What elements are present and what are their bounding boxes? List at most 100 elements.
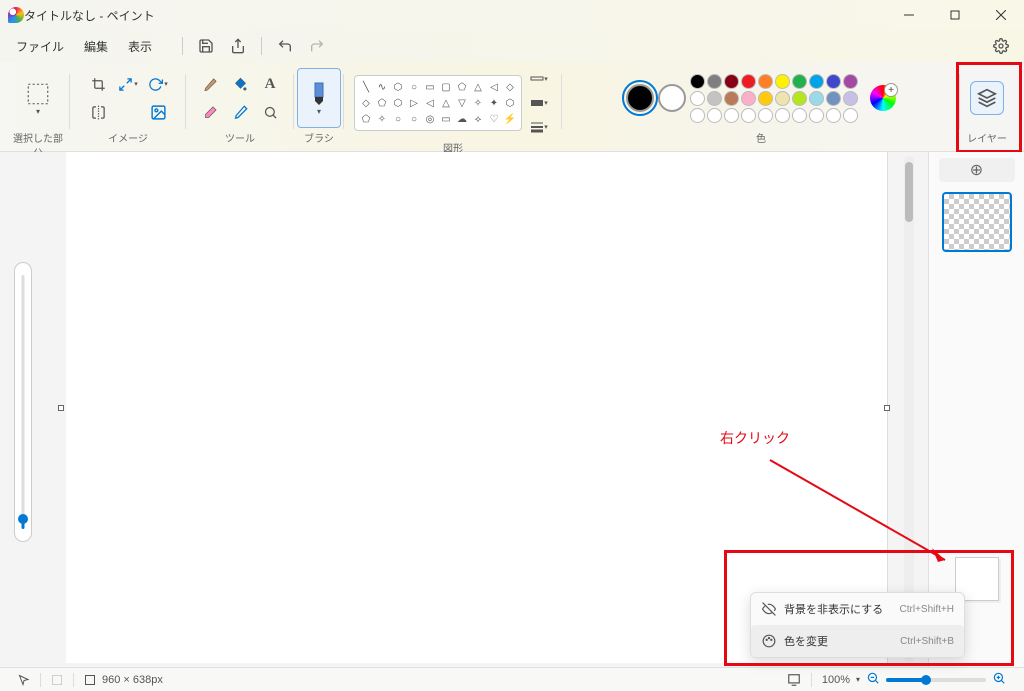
color-swatch[interactable]: [724, 74, 739, 89]
flip-button[interactable]: [84, 99, 112, 125]
menu-view[interactable]: 表示: [120, 34, 160, 59]
zoom-in-button[interactable]: [992, 671, 1006, 688]
group-label-image: イメージ: [108, 128, 148, 145]
ctx-change-color[interactable]: 色を変更 Ctrl+Shift+B: [751, 625, 964, 657]
ctx-hide-bg-shortcut: Ctrl+Shift+H: [900, 604, 954, 615]
color-swatch[interactable]: [792, 108, 807, 123]
color-swatch[interactable]: [826, 74, 841, 89]
eraser-tool[interactable]: [196, 99, 224, 125]
layer-thumbnail-1[interactable]: [942, 192, 1012, 252]
fill-tool[interactable]: [226, 71, 254, 97]
zoom-slider-status[interactable]: [886, 678, 986, 682]
shape-fill-btn[interactable]: ▾: [526, 92, 552, 114]
zoom-dropdown[interactable]: ▾: [856, 675, 860, 684]
color-swatch[interactable]: [741, 91, 756, 106]
ctx-hide-background[interactable]: 背景を非表示にする Ctrl+Shift+H: [751, 593, 964, 625]
group-label-color: 色: [756, 128, 766, 145]
brush-tool[interactable]: ▾: [297, 68, 341, 128]
layers-panel: ⊕: [928, 152, 1024, 667]
zoom-percent: 100%: [822, 674, 850, 686]
crop-button[interactable]: [84, 71, 112, 97]
maximize-button[interactable]: [932, 0, 978, 30]
color-swatch[interactable]: [741, 74, 756, 89]
color-swatch[interactable]: [843, 91, 858, 106]
status-bar: 960 × 638px 100% ▾: [0, 667, 1024, 691]
ctx-change-color-label: 色を変更: [784, 633, 828, 649]
save-button[interactable]: [191, 33, 221, 59]
redo-button[interactable]: [302, 33, 332, 59]
minimize-button[interactable]: [886, 0, 932, 30]
share-button[interactable]: [223, 33, 253, 59]
color-swatch[interactable]: [843, 108, 858, 123]
pencil-tool[interactable]: [196, 71, 224, 97]
canvas-handle-left[interactable]: [58, 405, 64, 411]
menu-bar: ファイル 編集 表示: [0, 30, 1024, 62]
window-title: タイトルなし - ペイント: [24, 7, 155, 24]
color-swatch[interactable]: [758, 108, 773, 123]
undo-button[interactable]: [270, 33, 300, 59]
shape-gallery[interactable]: ╲∿⬡○▭▢⬠△◁◇ ◇⬠⬡▷◁△▽✧✦⬡ ⬠✧○○◎▭☁⟡♡⚡: [354, 75, 522, 131]
color-swatch[interactable]: [809, 91, 824, 106]
ctx-hide-bg-label: 背景を非表示にする: [784, 601, 883, 617]
color-swatch[interactable]: [775, 91, 790, 106]
close-button[interactable]: [978, 0, 1024, 30]
title-bar: タイトルなし - ペイント: [0, 0, 1024, 30]
shape-outline-btn[interactable]: ▾: [526, 68, 552, 90]
color-swatch[interactable]: [707, 74, 722, 89]
color-swatch[interactable]: [792, 91, 807, 106]
menu-file[interactable]: ファイル: [8, 34, 72, 59]
layers-button[interactable]: [970, 81, 1004, 115]
color-swatch[interactable]: [843, 74, 858, 89]
image-gen-button[interactable]: [144, 99, 172, 125]
group-label-tools: ツール: [225, 128, 255, 145]
color-2[interactable]: [658, 84, 686, 112]
fit-screen-button[interactable]: [777, 673, 811, 687]
color-swatch[interactable]: [809, 74, 824, 89]
selection-size: [41, 674, 73, 686]
color-swatch[interactable]: [809, 108, 824, 123]
color-swatch[interactable]: [690, 108, 705, 123]
palette-icon: [761, 634, 776, 649]
canvas-size-display: 960 × 638px: [74, 674, 173, 686]
edit-colors-button[interactable]: [870, 85, 896, 111]
magnify-tool[interactable]: [256, 99, 284, 125]
color-swatch[interactable]: [758, 74, 773, 89]
group-label-brush: ブラシ: [304, 128, 334, 145]
group-label-layers: レイヤー: [967, 128, 1007, 145]
shape-size-btn[interactable]: ▾: [526, 116, 552, 138]
color-swatch[interactable]: [826, 108, 841, 123]
cursor-pos: [8, 674, 40, 686]
canvas-handle-right[interactable]: [884, 405, 890, 411]
rotate-button[interactable]: ▾: [144, 71, 172, 97]
select-tool[interactable]: ▾: [16, 68, 60, 128]
color-swatch[interactable]: [758, 91, 773, 106]
color-1[interactable]: [626, 84, 654, 112]
color-swatch[interactable]: [792, 74, 807, 89]
ribbon: ▾ 選択した部分 ▾ ▾ イメージ A: [0, 62, 1024, 152]
vertical-scrollbar[interactable]: [904, 156, 914, 663]
zoom-out-button[interactable]: [866, 671, 880, 688]
color-swatch[interactable]: [741, 108, 756, 123]
brush-size-slider[interactable]: [14, 262, 32, 542]
color-swatch[interactable]: [724, 91, 739, 106]
app-icon: [8, 7, 24, 23]
text-tool[interactable]: A: [256, 71, 284, 97]
picker-tool[interactable]: [226, 99, 254, 125]
color-swatch[interactable]: [826, 91, 841, 106]
color-swatch[interactable]: [707, 91, 722, 106]
color-swatch[interactable]: [724, 108, 739, 123]
color-swatch[interactable]: [775, 108, 790, 123]
color-swatch[interactable]: [707, 108, 722, 123]
color-swatch[interactable]: [690, 74, 705, 89]
eye-off-icon: [761, 602, 776, 617]
canvas-size-text: 960 × 638px: [102, 674, 163, 686]
menu-edit[interactable]: 編集: [76, 34, 116, 59]
add-layer-button[interactable]: ⊕: [939, 158, 1015, 182]
color-swatch[interactable]: [690, 91, 705, 106]
resize-button[interactable]: ▾: [114, 71, 142, 97]
color-palette[interactable]: [690, 74, 858, 123]
color-swatch[interactable]: [775, 74, 790, 89]
ctx-change-color-shortcut: Ctrl+Shift+B: [900, 636, 954, 647]
canvas[interactable]: [66, 152, 888, 663]
settings-button[interactable]: [986, 31, 1016, 61]
